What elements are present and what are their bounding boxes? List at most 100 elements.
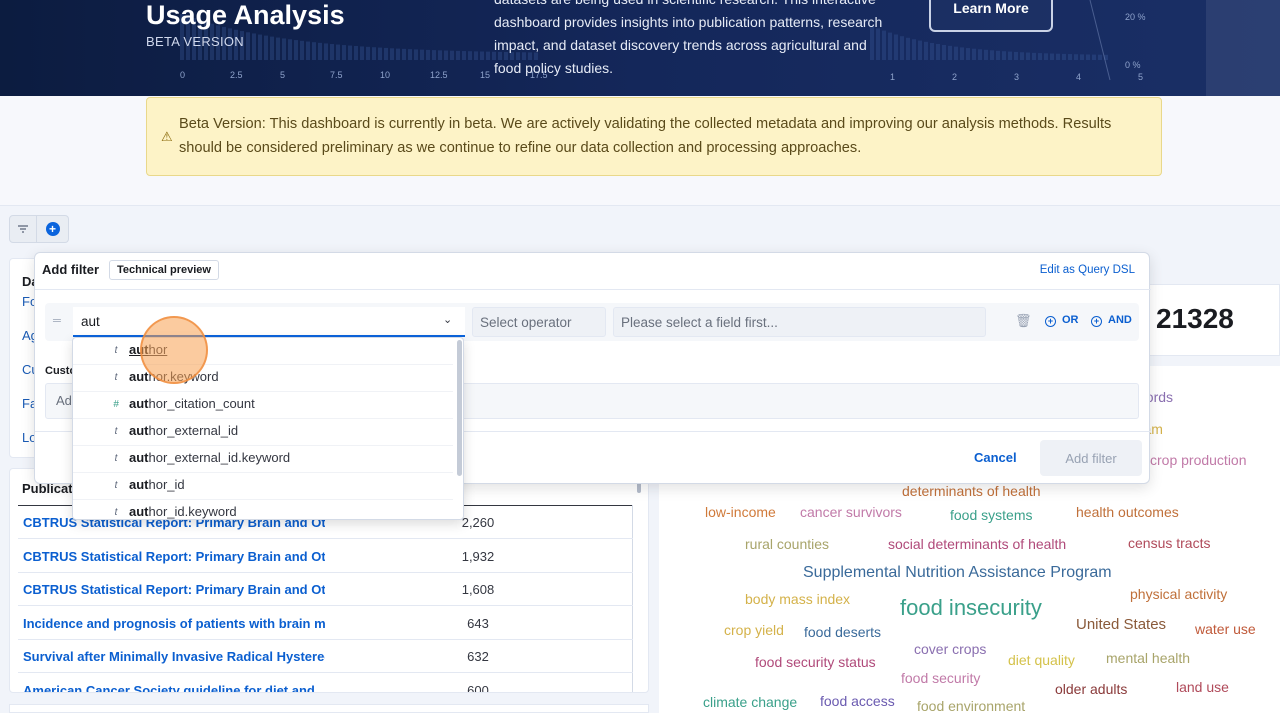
- table-row[interactable]: Incidence and prognosis of patients with…: [18, 607, 633, 640]
- bg-bar: [978, 49, 982, 60]
- drag-handle-icon[interactable]: ═: [53, 315, 61, 327]
- bg-bar: [966, 48, 970, 60]
- word-cloud-term[interactable]: food environment: [917, 698, 1025, 713]
- bg-bar: [1038, 53, 1042, 60]
- table-row[interactable]: CBTRUS Statistical Report: Primary Brain…: [18, 540, 633, 573]
- field-suggestion[interactable]: tauthor: [73, 338, 453, 365]
- filter-menu-button[interactable]: [9, 215, 37, 243]
- bg-bar: [954, 46, 958, 60]
- bg-bar: [264, 35, 268, 60]
- bg-bar: [900, 36, 904, 60]
- bg-bar: [282, 38, 286, 60]
- bg-axis-tick: 3: [1014, 72, 1019, 82]
- bg-bar: [1050, 53, 1054, 60]
- bg-bar: [480, 51, 484, 60]
- bg-bar: [354, 46, 358, 60]
- word-cloud-term[interactable]: cancer survivors: [800, 504, 902, 520]
- text-field-icon: t: [114, 372, 118, 383]
- word-cloud-term[interactable]: cover crops: [914, 641, 986, 657]
- word-cloud-term[interactable]: food access: [820, 693, 895, 709]
- field-suggestion[interactable]: t author_external_id: [73, 419, 453, 446]
- word-cloud-term[interactable]: climate change: [703, 694, 797, 710]
- field-suggestion[interactable]: t author_id: [73, 473, 453, 500]
- add-filter-submit-button[interactable]: Add filter: [1040, 440, 1142, 476]
- bg-axis-tick: 10: [380, 70, 390, 80]
- word-cloud-term[interactable]: social determinants of health: [888, 536, 1066, 552]
- word-cloud-term[interactable]: rural counties: [745, 536, 829, 552]
- number-field-icon: #: [113, 399, 119, 410]
- metric-value: 21328: [1156, 303, 1234, 334]
- cancel-button[interactable]: Cancel: [974, 450, 1017, 465]
- word-cloud-term[interactable]: food security: [901, 670, 980, 686]
- publication-title[interactable]: CBTRUS Statistical Report: Primary Brain…: [23, 549, 325, 564]
- bg-bar: [1074, 54, 1078, 60]
- bg-bar: [384, 47, 388, 60]
- bg-bar: [372, 47, 376, 60]
- table-row[interactable]: American Cancer Society guideline for di…: [18, 674, 633, 693]
- field-suggestion[interactable]: # author_citation_count: [73, 392, 453, 419]
- publication-title[interactable]: Incidence and prognosis of patients with…: [23, 616, 325, 631]
- operator-select[interactable]: Select operator: [472, 307, 606, 337]
- bg-bar: [300, 40, 304, 60]
- bg-bar: [444, 50, 448, 60]
- bg-bar: [360, 46, 364, 60]
- word-cloud-term[interactable]: Supplemental Nutrition Assistance Progra…: [803, 564, 1112, 582]
- bg-axis-tick: 5: [280, 70, 285, 80]
- bg-bar: [1008, 51, 1012, 60]
- or-button[interactable]: + OR: [1045, 314, 1079, 327]
- word-cloud-term[interactable]: physical activity: [1130, 586, 1227, 602]
- word-cloud-term[interactable]: food systems: [950, 507, 1032, 523]
- learn-more-button[interactable]: Learn More: [929, 0, 1053, 32]
- trash-icon[interactable]: 🗑: [1015, 313, 1032, 329]
- word-cloud-term[interactable]: low-income: [705, 504, 776, 520]
- field-suggestion[interactable]: t author_id.keyword: [73, 500, 453, 519]
- bg-bar: [432, 50, 436, 60]
- publication-title[interactable]: CBTRUS Statistical Report: Primary Brain…: [23, 582, 325, 597]
- bg-bar: [420, 49, 424, 60]
- bg-bar: [1044, 53, 1048, 60]
- text-field-icon: t: [114, 480, 118, 491]
- bg-bar: [402, 48, 406, 60]
- word-cloud-term[interactable]: crop production: [1150, 452, 1247, 468]
- table-row[interactable]: Survival after Minimally Invasive Radica…: [18, 640, 633, 673]
- and-button[interactable]: + AND: [1091, 314, 1132, 327]
- suggestion-label: author_id: [129, 477, 185, 492]
- field-suggestion[interactable]: tauthor.keyword: [73, 365, 453, 392]
- text-field-icon: t: [114, 345, 118, 356]
- bg-bar: [1068, 54, 1072, 60]
- word-cloud-term[interactable]: mental health: [1106, 650, 1190, 666]
- field-combobox[interactable]: [73, 307, 465, 337]
- dropdown-scrollbar[interactable]: [457, 340, 462, 476]
- word-cloud-term[interactable]: determinants of health: [902, 483, 1041, 499]
- bg-bar: [918, 40, 922, 60]
- word-cloud-term[interactable]: water use: [1195, 621, 1256, 637]
- plus-icon: +: [45, 222, 60, 236]
- add-filter-button[interactable]: +: [37, 215, 69, 243]
- field-suggestion[interactable]: t author_external_id.keyword: [73, 446, 453, 473]
- bg-bar: [1002, 51, 1006, 60]
- word-cloud-term[interactable]: food security status: [755, 654, 876, 670]
- bg-bar: [366, 46, 370, 60]
- publication-title[interactable]: Survival after Minimally Invasive Radica…: [23, 649, 325, 664]
- page-subtitle: BETA VERSION: [146, 34, 244, 49]
- word-cloud-term[interactable]: health outcomes: [1076, 504, 1179, 520]
- word-cloud-term[interactable]: diet quality: [1008, 652, 1075, 668]
- word-cloud-term[interactable]: food insecurity: [900, 595, 1042, 621]
- edit-query-dsl-link[interactable]: Edit as Query DSL: [1040, 264, 1135, 276]
- word-cloud-term[interactable]: older adults: [1055, 681, 1127, 697]
- word-cloud-term[interactable]: crop yield: [724, 622, 784, 638]
- publication-title[interactable]: American Cancer Society guideline for di…: [23, 683, 325, 693]
- bg-bar: [426, 49, 430, 60]
- word-cloud-term[interactable]: food deserts: [804, 624, 881, 640]
- value-input[interactable]: Please select a field first...: [613, 307, 986, 337]
- bg-bar: [1098, 54, 1102, 60]
- table-row[interactable]: CBTRUS Statistical Report: Primary Brain…: [18, 573, 633, 606]
- chevron-down-icon[interactable]: ⌄: [443, 313, 452, 326]
- word-cloud-term[interactable]: land use: [1176, 679, 1229, 695]
- word-cloud-term[interactable]: census tracts: [1128, 535, 1210, 551]
- bg-bar: [468, 51, 472, 60]
- plus-icon: +: [1091, 316, 1102, 327]
- word-cloud-term[interactable]: United States: [1076, 616, 1166, 633]
- text-field-icon: t: [114, 426, 118, 437]
- word-cloud-term[interactable]: body mass index: [745, 591, 850, 607]
